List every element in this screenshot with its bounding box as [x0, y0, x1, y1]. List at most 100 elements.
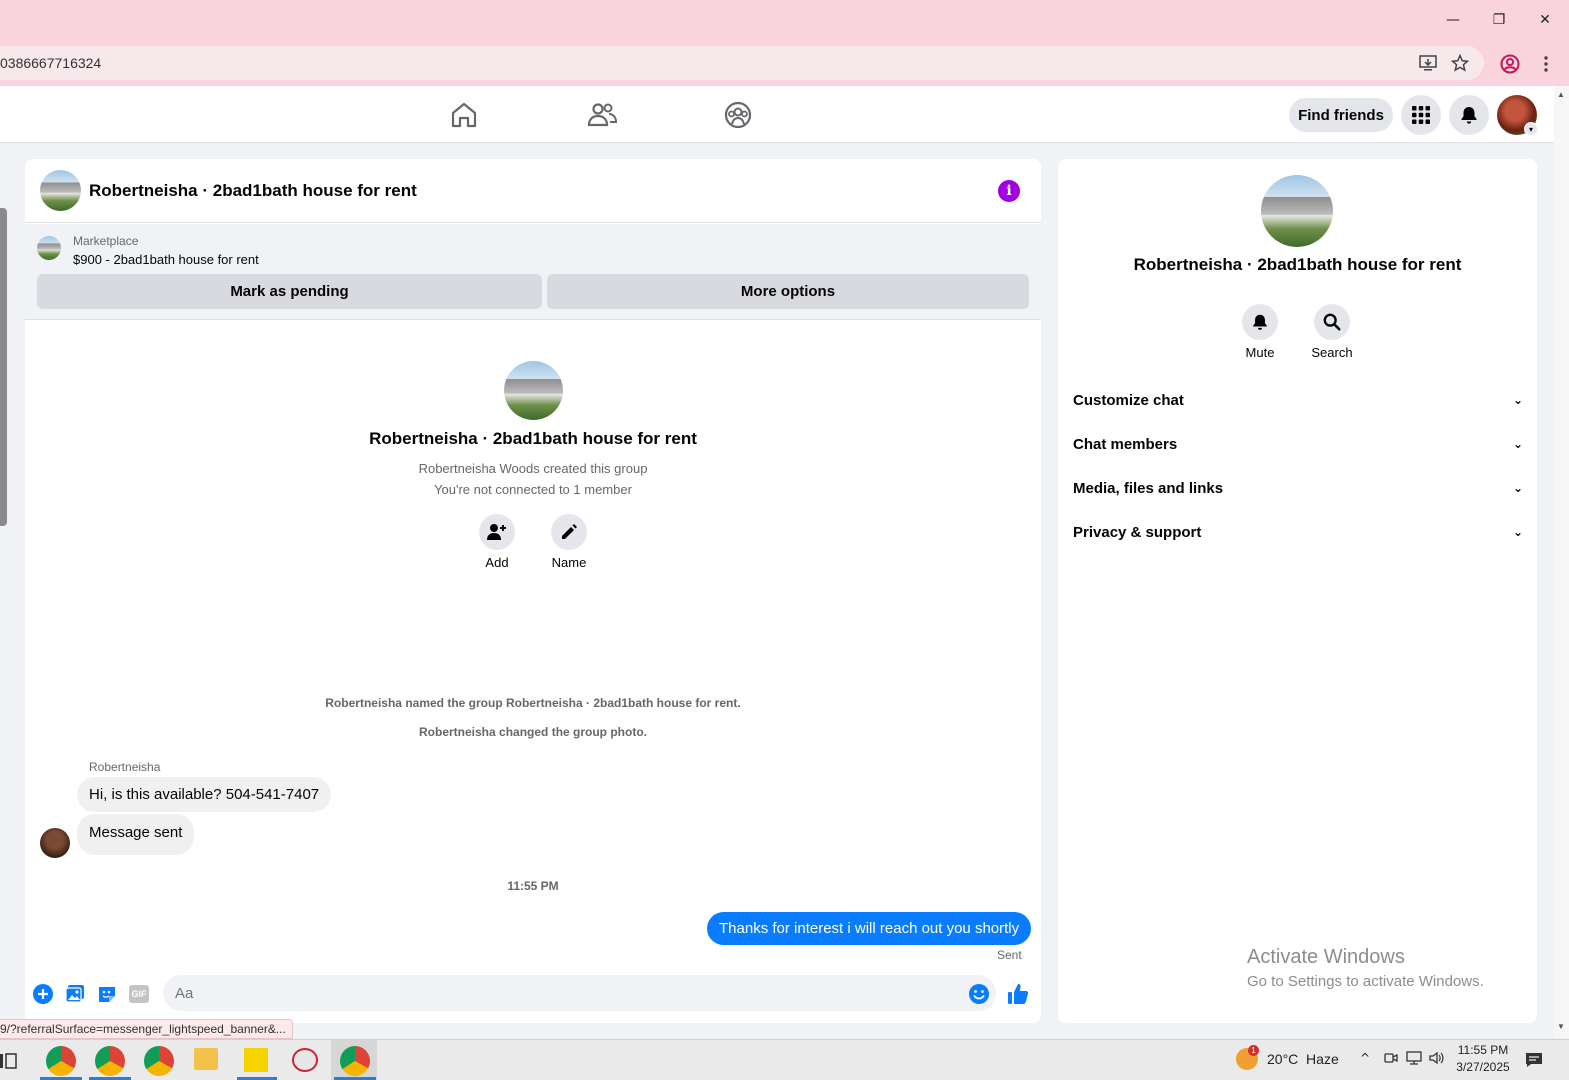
group-photo-large — [504, 361, 563, 420]
notifications-button[interactable] — [1449, 95, 1489, 135]
group-photo-profile[interactable] — [1261, 175, 1333, 247]
section-chat-members[interactable]: Chat members ⌄ — [1073, 422, 1523, 466]
chevron-down-icon: ⌄ — [1512, 393, 1523, 407]
browser-title-bar: — ❐ ✕ — [0, 0, 1569, 40]
section-privacy-support[interactable]: Privacy & support ⌄ — [1073, 510, 1523, 554]
section-customize-chat[interactable]: Customize chat ⌄ — [1073, 378, 1523, 422]
chevron-down-icon: ⌄ — [1512, 437, 1523, 451]
find-friends-button[interactable]: Find friends — [1289, 98, 1393, 132]
mute-label: Mute — [1245, 345, 1275, 360]
watermark-title: Activate Windows — [1247, 946, 1405, 968]
outgoing-message[interactable]: Thanks for interest i will reach out you… — [707, 912, 1032, 945]
like-thumb-icon[interactable] — [1007, 983, 1029, 1005]
chat-info-panel: Robertneisha · 2bad1bath house for rent … — [1058, 159, 1537, 1023]
edit-name-button[interactable] — [551, 514, 587, 550]
weather-text[interactable]: 20°C Haze — [1267, 1051, 1339, 1067]
marketplace-label: Marketplace — [73, 234, 139, 248]
chrome-icon[interactable] — [144, 1046, 174, 1076]
clock-time: 11:55 PM — [1457, 1043, 1509, 1057]
chat-scrollbar[interactable] — [0, 190, 8, 540]
info-icon[interactable]: i — [998, 180, 1020, 202]
network-icon[interactable] — [1406, 1051, 1422, 1068]
windows-taskbar: 1 20°C Haze ^ 11:55 PM 3/27/2025 — [0, 1039, 1569, 1080]
message-input[interactable] — [163, 975, 996, 1011]
snipping-tool-icon[interactable] — [292, 1048, 318, 1072]
minimize-button[interactable]: — — [1430, 0, 1476, 40]
restore-button[interactable]: ❐ — [1476, 0, 1522, 40]
clock-date: 3/27/2025 — [1456, 1060, 1510, 1074]
mute-button[interactable] — [1242, 304, 1278, 340]
sticker-icon[interactable] — [96, 983, 118, 1005]
profile-icon[interactable] — [1498, 52, 1522, 76]
search-button[interactable] — [1314, 304, 1350, 340]
chat-scrollbar-thumb[interactable] — [0, 208, 7, 526]
file-explorer-icon[interactable] — [194, 1048, 218, 1070]
chevron-up-icon[interactable]: ^ — [1360, 1051, 1370, 1065]
section-label: Customize chat — [1073, 391, 1184, 409]
install-app-icon[interactable] — [1416, 51, 1440, 75]
mark-as-pending-button[interactable]: Mark as pending — [37, 274, 542, 309]
chrome-profile-1-icon[interactable] — [46, 1046, 76, 1076]
sender-avatar[interactable] — [40, 828, 70, 858]
gif-icon[interactable]: GIF — [128, 983, 150, 1005]
add-label: Add — [485, 555, 509, 570]
scroll-up-arrow-icon[interactable]: ▲ — [1557, 90, 1565, 99]
clock[interactable]: 11:55 PM 3/27/2025 — [1450, 1043, 1516, 1074]
section-label: Media, files and links — [1073, 479, 1224, 497]
close-button[interactable]: ✕ — [1522, 0, 1568, 40]
photo-icon[interactable] — [64, 983, 86, 1005]
message-timestamp: 11:55 PM — [507, 879, 559, 893]
address-bar[interactable]: 0386667716324 — [0, 46, 1484, 80]
notification-center-icon[interactable] — [1525, 1051, 1543, 1074]
incoming-message[interactable]: Message sent — [77, 814, 195, 855]
more-options-button[interactable]: More options — [547, 274, 1029, 309]
plus-icon[interactable] — [32, 983, 54, 1005]
bell-icon — [1461, 107, 1477, 124]
chat-panel: Robertneisha · 2bad1bath house for rent … — [25, 159, 1041, 1023]
add-member-button[interactable] — [479, 514, 515, 550]
url-text: 0386667716324 — [0, 55, 102, 71]
section-media-files-links[interactable]: Media, files and links ⌄ — [1073, 466, 1523, 510]
browser-toolbar: 0386667716324 — [0, 40, 1569, 86]
search-icon — [1323, 313, 1341, 331]
scroll-down-arrow-icon[interactable]: ▼ — [1557, 1022, 1565, 1031]
chrome-active-icon[interactable] — [340, 1046, 370, 1076]
system-message: Robertneisha named the group Robertneish… — [325, 696, 741, 710]
info-panel-title: Robertneisha · 2bad1bath house for rent — [1133, 255, 1462, 274]
connection-text: You're not connected to 1 member — [434, 482, 632, 497]
friends-icon[interactable] — [587, 100, 618, 130]
chevron-down-icon: ⌄ — [1512, 481, 1523, 495]
activate-windows-watermark: Activate Windows Go to Settings to activ… — [1247, 946, 1484, 990]
task-view-icon[interactable] — [0, 1052, 18, 1075]
volume-icon[interactable] — [1429, 1051, 1445, 1068]
meet-now-icon[interactable] — [1384, 1051, 1398, 1068]
status-bar-url: 9/?referralSurface=messenger_lightspeed_… — [0, 1019, 293, 1039]
message-composer: GIF — [25, 975, 1041, 1023]
bookmark-star-icon[interactable] — [1448, 51, 1472, 75]
section-label: Privacy & support — [1073, 523, 1202, 541]
marketplace-banner: Marketplace $900 - 2bad1bath house for r… — [25, 224, 1041, 320]
page-scrollbar[interactable]: ▲ ▼ — [1554, 86, 1569, 1038]
listing-thumbnail[interactable] — [37, 236, 61, 260]
browser-menu-icon[interactable] — [1534, 52, 1558, 76]
name-label: Name — [551, 555, 587, 570]
groups-icon[interactable] — [723, 100, 753, 130]
bell-icon — [1253, 314, 1267, 330]
watermark-subtitle: Go to Settings to activate Windows. — [1247, 973, 1484, 990]
listing-title[interactable]: $900 - 2bad1bath house for rent — [73, 252, 259, 267]
facebook-top-nav: Find friends ▾ — [0, 86, 1554, 143]
menu-grid-button[interactable] — [1401, 95, 1441, 135]
chat-title[interactable]: Robertneisha · 2bad1bath house for rent — [89, 181, 417, 201]
emoji-icon[interactable] — [968, 983, 990, 1005]
chrome-profile-2-icon[interactable] — [95, 1046, 125, 1076]
group-title: Robertneisha · 2bad1bath house for rent — [369, 429, 697, 448]
group-photo[interactable] — [40, 170, 81, 211]
chevron-down-icon[interactable]: ▾ — [1524, 122, 1538, 136]
pencil-icon — [562, 524, 577, 539]
incoming-message[interactable]: Hi, is this available? 504-541-7407 — [77, 777, 332, 812]
chat-header: Robertneisha · 2bad1bath house for rent … — [25, 159, 1041, 223]
weather-badge: 1 — [1248, 1045, 1259, 1056]
sticky-notes-icon[interactable] — [244, 1048, 268, 1072]
section-label: Chat members — [1073, 435, 1178, 453]
home-icon[interactable] — [449, 100, 479, 130]
